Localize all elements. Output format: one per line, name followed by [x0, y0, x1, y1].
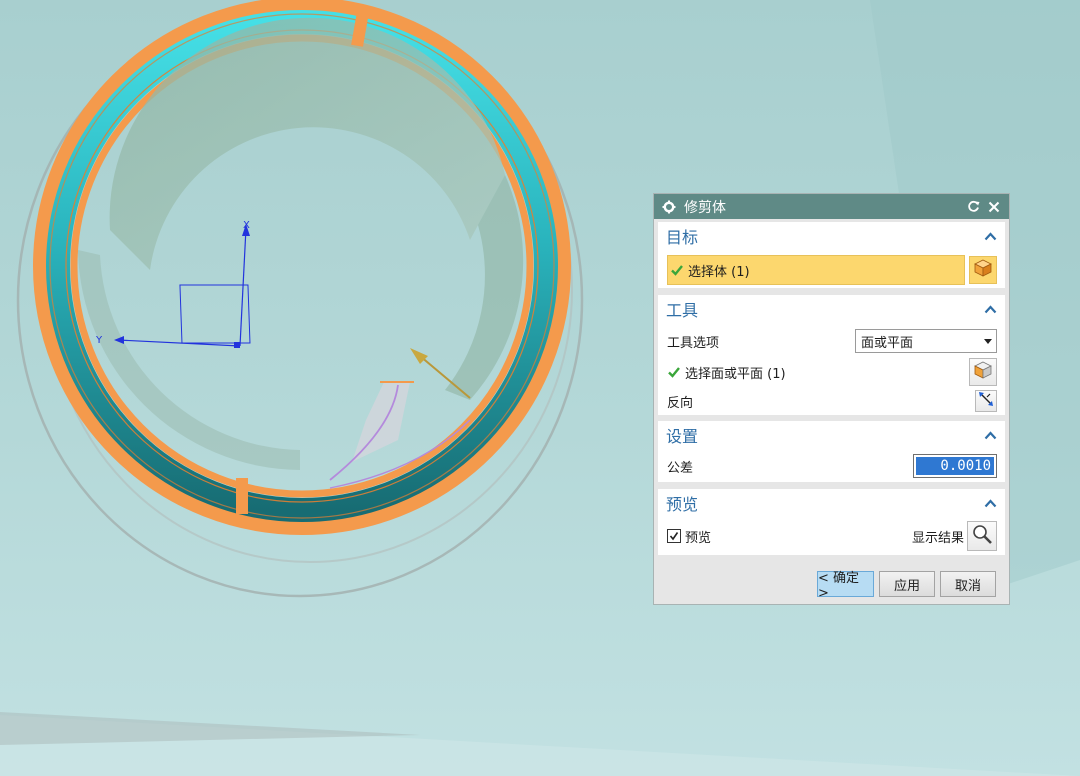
reverse-direction-icon [978, 391, 994, 411]
apply-button[interactable]: 应用 [879, 571, 935, 597]
ok-button[interactable]: < 确定 > [817, 571, 874, 601]
select-body-label: 选择体 (1) [688, 264, 750, 280]
section-preview-label: 预览 [666, 495, 699, 514]
close-icon[interactable] [985, 198, 1003, 216]
select-face-label[interactable]: 选择面或平面 (1) [685, 363, 969, 382]
section-preview-header[interactable]: 预览 [658, 489, 1005, 517]
show-result-button[interactable] [967, 521, 997, 551]
section-target: 目标 选择体 (1) [658, 222, 1005, 288]
solid-body-icon [973, 258, 993, 282]
section-target-label: 目标 [666, 228, 699, 247]
section-tool-header[interactable]: 工具 [658, 295, 1005, 323]
section-preview: 预览 预览 显示结果 [658, 489, 1005, 555]
tool-option-select[interactable]: 面或平面 [855, 329, 997, 353]
section-tool: 工具 工具选项 面或平面 选择面或平面 (1) 反向 [658, 295, 1005, 415]
tool-option-value: 面或平面 [861, 335, 914, 351]
tolerance-value: 0.0010 [916, 457, 994, 475]
triad-x-label: X [243, 220, 250, 231]
select-body-row[interactable]: 选择体 (1) [667, 255, 965, 285]
show-result-label: 显示结果 [911, 530, 964, 546]
section-target-header[interactable]: 目标 [658, 222, 1005, 250]
check-icon [667, 365, 681, 379]
chevron-up-icon[interactable] [983, 496, 997, 510]
seam-marker-bottom [236, 478, 248, 514]
magnifier-icon [971, 523, 993, 549]
section-tool-label: 工具 [666, 301, 699, 320]
trim-body-dialog: 修剪体 目标 选择体 (1) 工具 工具选项 面或平面 选择面或平面 (1) 反… [653, 193, 1010, 605]
tolerance-label: 公差 [667, 460, 694, 476]
reverse-label: 反向 [667, 395, 694, 411]
tolerance-input[interactable]: 0.0010 [913, 454, 997, 478]
reverse-direction-button[interactable] [975, 390, 997, 412]
preview-checkbox[interactable] [667, 529, 681, 543]
section-settings: 设置 公差 0.0010 [658, 421, 1005, 482]
chevron-up-icon[interactable] [983, 302, 997, 316]
preview-checkbox-label[interactable]: 预览 [685, 527, 912, 546]
chevron-up-icon[interactable] [983, 428, 997, 442]
face-cube-icon [973, 360, 993, 384]
dialog-title: 修剪体 [684, 199, 726, 216]
solid-body-button[interactable] [969, 256, 997, 284]
check-icon [670, 263, 684, 277]
gear-icon[interactable] [662, 200, 676, 214]
triad-y-label: Y [95, 335, 103, 346]
section-settings-header[interactable]: 设置 [658, 421, 1005, 449]
chevron-up-icon[interactable] [983, 229, 997, 243]
chevron-down-icon [980, 338, 996, 344]
select-face-button[interactable] [969, 358, 997, 386]
dialog-titlebar[interactable]: 修剪体 [654, 194, 1009, 219]
cancel-button[interactable]: 取消 [940, 571, 996, 597]
tool-face-sliver[interactable] [352, 382, 410, 462]
tool-option-label: 工具选项 [667, 335, 720, 351]
section-settings-label: 设置 [666, 427, 699, 446]
reset-icon[interactable] [964, 198, 982, 216]
